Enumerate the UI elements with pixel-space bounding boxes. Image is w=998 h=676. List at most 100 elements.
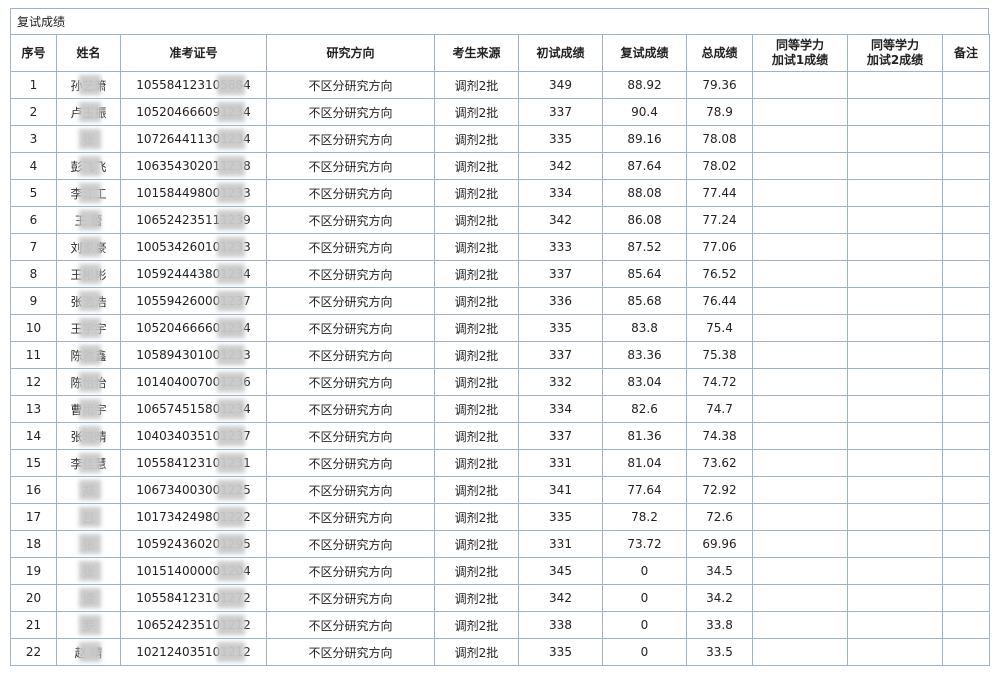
- retest-score-cell: 83.36: [602, 341, 687, 369]
- extra2-score-cell: [847, 530, 943, 558]
- source-cell: 调剂2批: [434, 638, 519, 666]
- extra1-score-cell: [752, 287, 848, 315]
- direction-cell: 不区分研究方向: [266, 611, 435, 639]
- extra2-score-cell: [847, 638, 943, 666]
- table-row: 18张 105924360201295不区分研究方向调剂2批33173.7269…: [10, 530, 990, 558]
- direction-cell: 不区分研究方向: [266, 395, 435, 423]
- remark-cell: [942, 584, 990, 612]
- extra1-score-cell: [752, 206, 848, 234]
- direction-cell: 不区分研究方向: [266, 422, 435, 450]
- header-cell: 姓名: [56, 34, 121, 72]
- privacy-blur: [79, 264, 101, 284]
- privacy-blur: [79, 210, 101, 230]
- privacy-blur: [217, 480, 245, 500]
- exam-id-cell: 105594260001237: [120, 287, 267, 315]
- remark-cell: [942, 71, 990, 99]
- name-cell: 陈雅鑫: [56, 341, 121, 369]
- extra2-score-cell: [847, 611, 943, 639]
- direction-cell: 不区分研究方向: [266, 152, 435, 180]
- initial-score-cell: 335: [518, 638, 603, 666]
- direction-cell: 不区分研究方向: [266, 341, 435, 369]
- initial-score-cell: 342: [518, 584, 603, 612]
- retest-score-cell: 85.68: [602, 287, 687, 315]
- table-row: 1孙艺箫105584123105884不区分研究方向调剂2批34988.9279…: [10, 71, 990, 99]
- privacy-blur: [79, 426, 101, 446]
- table-row: 4彭飞飞106354302011238不区分研究方向调剂2批34287.6478…: [10, 152, 990, 180]
- extra2-score-cell: [847, 503, 943, 531]
- seq-cell: 12: [10, 368, 57, 396]
- total-score-cell: 34.2: [686, 584, 753, 612]
- retest-score-cell: 78.2: [602, 503, 687, 531]
- table-row: 22赵 晴102124035101212不区分研究方向调剂2批335033.5: [10, 638, 990, 666]
- source-cell: 调剂2批: [434, 368, 519, 396]
- total-score-cell: 76.44: [686, 287, 753, 315]
- direction-cell: 不区分研究方向: [266, 260, 435, 288]
- privacy-blur: [217, 237, 245, 257]
- table-row: 13曹雨宇106574515801234不区分研究方向调剂2批33482.674…: [10, 395, 990, 423]
- privacy-blur: [79, 102, 101, 122]
- privacy-blur: [79, 399, 101, 419]
- privacy-blur: [79, 129, 101, 149]
- privacy-blur: [79, 453, 101, 473]
- privacy-blur: [217, 183, 245, 203]
- privacy-blur: [79, 318, 101, 338]
- extra2-score-cell: [847, 98, 943, 126]
- seq-cell: 16: [10, 476, 57, 504]
- exam-id-cell: 102124035101212: [120, 638, 267, 666]
- extra1-score-cell: [752, 557, 848, 585]
- name-cell: 吕: [56, 503, 121, 531]
- retest-score-cell: 83.04: [602, 368, 687, 396]
- name-cell: 王 蕾: [56, 206, 121, 234]
- privacy-blur: [217, 561, 245, 581]
- exam-id-cell: 107264411301234: [120, 125, 267, 153]
- source-cell: 调剂2批: [434, 125, 519, 153]
- seq-cell: 10: [10, 314, 57, 342]
- extra1-score-cell: [752, 98, 848, 126]
- seq-cell: 11: [10, 341, 57, 369]
- remark-cell: [942, 638, 990, 666]
- extra2-score-cell: [847, 584, 943, 612]
- initial-score-cell: 331: [518, 449, 603, 477]
- extra2-score-cell: [847, 476, 943, 504]
- table-row: 21罗 106524235101212不区分研究方向调剂2批338033.8: [10, 611, 990, 639]
- privacy-blur: [79, 291, 101, 311]
- seq-cell: 18: [10, 530, 57, 558]
- extra2-score-cell: [847, 206, 943, 234]
- source-cell: 调剂2批: [434, 98, 519, 126]
- seq-cell: 13: [10, 395, 57, 423]
- privacy-blur: [217, 453, 245, 473]
- name-cell: 陈怡怡: [56, 368, 121, 396]
- extra2-score-cell: [847, 422, 943, 450]
- extra2-score-cell: [847, 341, 943, 369]
- total-score-cell: 33.5: [686, 638, 753, 666]
- exam-id-cell: 105584123101231: [120, 449, 267, 477]
- source-cell: 调剂2批: [434, 422, 519, 450]
- retest-score-cell: 86.08: [602, 206, 687, 234]
- extra2-score-cell: [847, 368, 943, 396]
- source-cell: 调剂2批: [434, 152, 519, 180]
- seq-cell: 8: [10, 260, 57, 288]
- direction-cell: 不区分研究方向: [266, 449, 435, 477]
- table-row: 12陈怡怡101404007001236不区分研究方向调剂2批33283.047…: [10, 368, 990, 396]
- extra1-score-cell: [752, 179, 848, 207]
- score-panel: 复试成绩 序号 姓名 准考证号 研究方向 考生来源 初试成绩 复试成绩 总成绩 …: [10, 8, 990, 666]
- privacy-blur: [217, 318, 245, 338]
- retest-score-cell: 0: [602, 638, 687, 666]
- remark-cell: [942, 530, 990, 558]
- table-row: 17吕 101734249801222不区分研究方向调剂2批33578.272.…: [10, 503, 990, 531]
- direction-cell: 不区分研究方向: [266, 314, 435, 342]
- name-cell: 孙艺箫: [56, 71, 121, 99]
- name-cell: 李佳慧: [56, 449, 121, 477]
- name-cell: 郑: [56, 476, 121, 504]
- exam-id-cell: 105924360201295: [120, 530, 267, 558]
- initial-score-cell: 337: [518, 260, 603, 288]
- table-row: 10王宇宇105204666601234不区分研究方向调剂2批33583.875…: [10, 314, 990, 342]
- remark-cell: [942, 395, 990, 423]
- exam-id-cell: 101584498001233: [120, 179, 267, 207]
- exam-id-cell: 105204666601234: [120, 314, 267, 342]
- header-cell: 复试成绩: [602, 34, 687, 72]
- seq-cell: 6: [10, 206, 57, 234]
- remark-cell: [942, 449, 990, 477]
- privacy-blur: [79, 480, 101, 500]
- table-row: 3张 107264411301234不区分研究方向调剂2批33589.1678.…: [10, 125, 990, 153]
